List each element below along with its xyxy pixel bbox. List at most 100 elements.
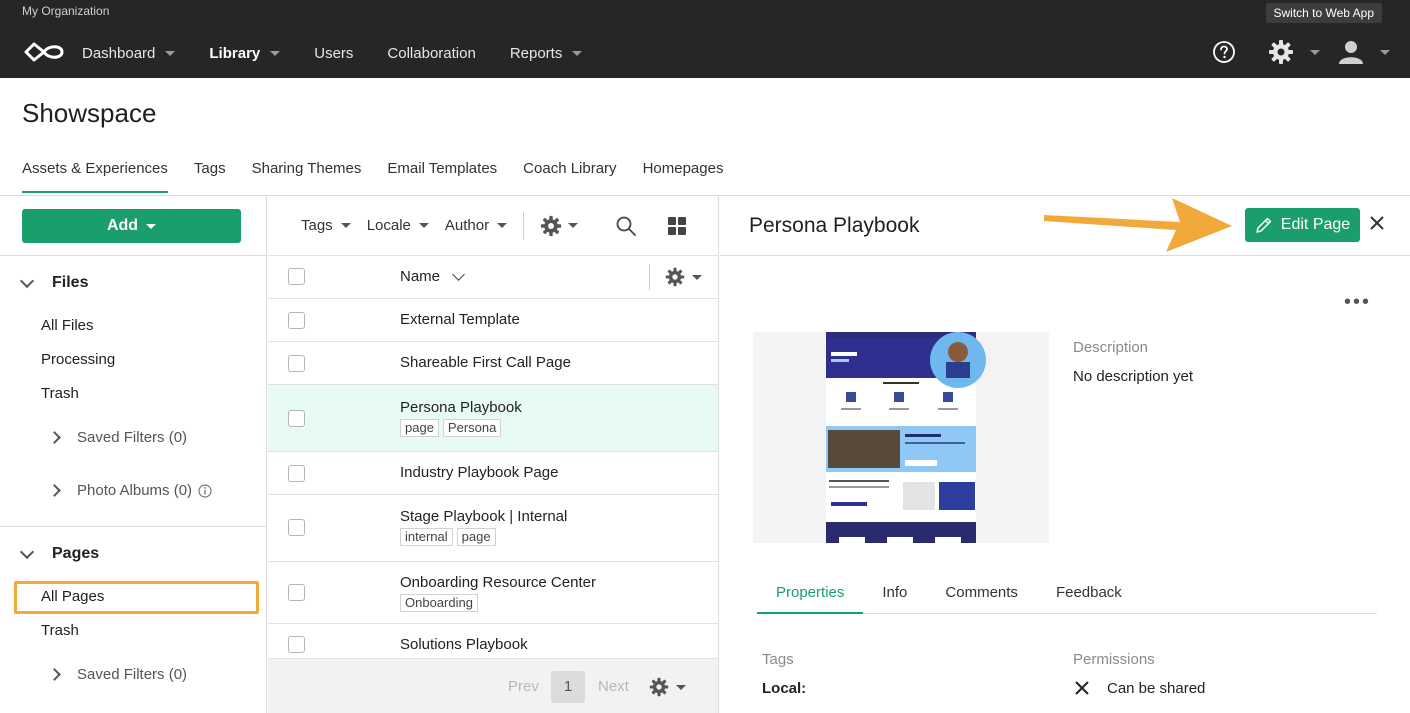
list-settings-gear-icon[interactable] — [540, 215, 562, 237]
list-header: Name — [268, 256, 718, 298]
prev-page-button[interactable]: Prev — [508, 678, 539, 695]
row-checkbox[interactable] — [288, 465, 305, 482]
chevron-right-icon — [48, 484, 61, 497]
tab-info[interactable]: Info — [863, 584, 926, 614]
sidebar-item-processing[interactable]: Processing — [41, 351, 115, 368]
sidebar-item-photo-albums[interactable]: Photo Albums (0) — [48, 482, 212, 499]
table-row-selected[interactable]: Persona Playbook page Persona — [268, 385, 718, 451]
tag-chip: page — [400, 419, 439, 437]
more-options-icon[interactable]: ••• — [1344, 291, 1371, 314]
help-icon[interactable] — [1212, 40, 1236, 64]
section-tabs: Assets & Experiences Tags Sharing Themes… — [22, 160, 749, 193]
tab-homepages[interactable]: Homepages — [643, 160, 724, 193]
table-row[interactable]: Stage Playbook | Internal internal page — [268, 495, 718, 561]
filter-bar: Tags Locale Author — [268, 196, 718, 255]
permission-denied-icon — [1075, 681, 1089, 695]
chevron-down-icon[interactable] — [1380, 50, 1390, 55]
files-section-toggle[interactable]: Files — [19, 273, 89, 292]
sidebar-item-pages-trash[interactable]: Trash — [41, 622, 79, 639]
table-row[interactable]: Solutions Playbook — [268, 624, 718, 658]
chevron-down-icon[interactable] — [692, 275, 702, 280]
nav-users[interactable]: Users — [314, 43, 353, 63]
saved-filters-label: Saved Filters (0) — [77, 666, 188, 683]
add-button-label: Add — [106, 217, 139, 234]
row-name: Solutions Playbook — [400, 636, 528, 653]
user-avatar-icon[interactable] — [1338, 40, 1364, 64]
table-row[interactable]: Shareable First Call Page — [268, 342, 718, 384]
column-settings-gear-icon[interactable] — [665, 267, 685, 287]
add-button[interactable]: Add — [22, 209, 241, 243]
sidebar-item-files-saved-filters[interactable]: Saved Filters (0) — [48, 429, 188, 446]
row-checkbox[interactable] — [288, 519, 305, 536]
column-divider — [649, 264, 650, 290]
chevron-down-icon[interactable] — [1310, 50, 1320, 55]
chevron-down-icon[interactable] — [568, 223, 579, 228]
pages-section-toggle[interactable]: Pages — [19, 544, 99, 563]
nav-reports[interactable]: Reports — [510, 43, 583, 63]
chevron-down-icon — [340, 223, 351, 228]
row-name: Shareable First Call Page — [400, 354, 571, 371]
sidebar-item-all-pages[interactable]: All Pages — [41, 588, 104, 605]
info-icon[interactable] — [198, 483, 212, 498]
tab-coach-library[interactable]: Coach Library — [523, 160, 616, 193]
pagination-settings-gear-icon[interactable] — [649, 677, 669, 697]
row-name: Persona Playbook — [400, 399, 522, 416]
chevron-right-icon — [48, 668, 61, 681]
table-row[interactable]: External Template — [268, 299, 718, 341]
tab-comments[interactable]: Comments — [926, 584, 1037, 614]
next-page-button[interactable]: Next — [598, 678, 629, 695]
nav-library[interactable]: Library — [209, 43, 281, 63]
sidebar-item-all-files[interactable]: All Files — [41, 317, 94, 334]
sidebar-item-pages-saved-filters[interactable]: Saved Filters (0) — [48, 666, 188, 683]
detail-title: Persona Playbook — [749, 214, 920, 237]
chevron-down-icon[interactable] — [676, 685, 686, 690]
filter-author[interactable]: Author — [445, 217, 508, 234]
row-checkbox[interactable] — [288, 584, 305, 601]
tag-chip: page — [456, 528, 496, 546]
edit-page-label: Edit Page — [1280, 216, 1351, 233]
nav-collaboration[interactable]: Collaboration — [387, 43, 475, 63]
tab-tags[interactable]: Tags — [194, 160, 226, 193]
current-page[interactable]: 1 — [551, 671, 585, 703]
sidebar-item-files-trash[interactable]: Trash — [41, 385, 79, 402]
table-row[interactable]: Industry Playbook Page — [268, 452, 718, 494]
edit-page-button[interactable]: Edit Page — [1245, 208, 1360, 242]
chevron-right-icon — [48, 431, 61, 444]
close-icon[interactable] — [1370, 216, 1384, 230]
top-bar: My Organization Switch to Web App Dashbo… — [0, 0, 1410, 78]
page-title: Showspace — [22, 98, 157, 128]
logo-icon[interactable] — [22, 40, 66, 64]
nav-dashboard[interactable]: Dashboard — [82, 43, 176, 63]
row-checkbox[interactable] — [288, 410, 305, 427]
local-tags-label: Local: — [762, 680, 807, 697]
page-thumbnail[interactable] — [753, 332, 1049, 543]
search-icon[interactable] — [616, 216, 636, 236]
row-tags: Onboarding — [400, 594, 478, 612]
tab-properties[interactable]: Properties — [757, 584, 864, 614]
tab-sharing-themes[interactable]: Sharing Themes — [252, 160, 362, 193]
grid-view-icon[interactable] — [668, 216, 687, 235]
tags-label: Tags — [762, 651, 794, 668]
saved-filters-label: Saved Filters (0) — [77, 429, 188, 446]
chevron-down-icon — [497, 223, 508, 228]
filter-tags[interactable]: Tags — [301, 217, 351, 234]
switch-to-web-app-button[interactable]: Switch to Web App — [1265, 3, 1382, 23]
settings-gear-icon[interactable] — [1268, 39, 1294, 65]
pencil-icon — [1256, 217, 1272, 233]
files-section-title: Files — [52, 274, 89, 291]
row-checkbox[interactable] — [288, 312, 305, 329]
select-all-checkbox[interactable] — [288, 268, 305, 285]
sidebar-divider — [0, 255, 267, 256]
tab-assets-experiences[interactable]: Assets & Experiences — [22, 160, 168, 193]
filter-locale[interactable]: Locale — [367, 217, 429, 234]
row-checkbox[interactable] — [288, 636, 305, 653]
tab-email-templates[interactable]: Email Templates — [387, 160, 497, 193]
tab-feedback[interactable]: Feedback — [1037, 584, 1141, 614]
table-row[interactable]: Onboarding Resource Center Onboarding — [268, 562, 718, 623]
name-column-header[interactable]: Name — [400, 267, 465, 285]
row-checkbox[interactable] — [288, 355, 305, 372]
description-label: Description — [1073, 339, 1149, 356]
row-name: Industry Playbook Page — [400, 464, 559, 481]
permissions-label: Permissions — [1073, 651, 1155, 668]
nav-dashboard-label: Dashboard — [82, 44, 156, 62]
